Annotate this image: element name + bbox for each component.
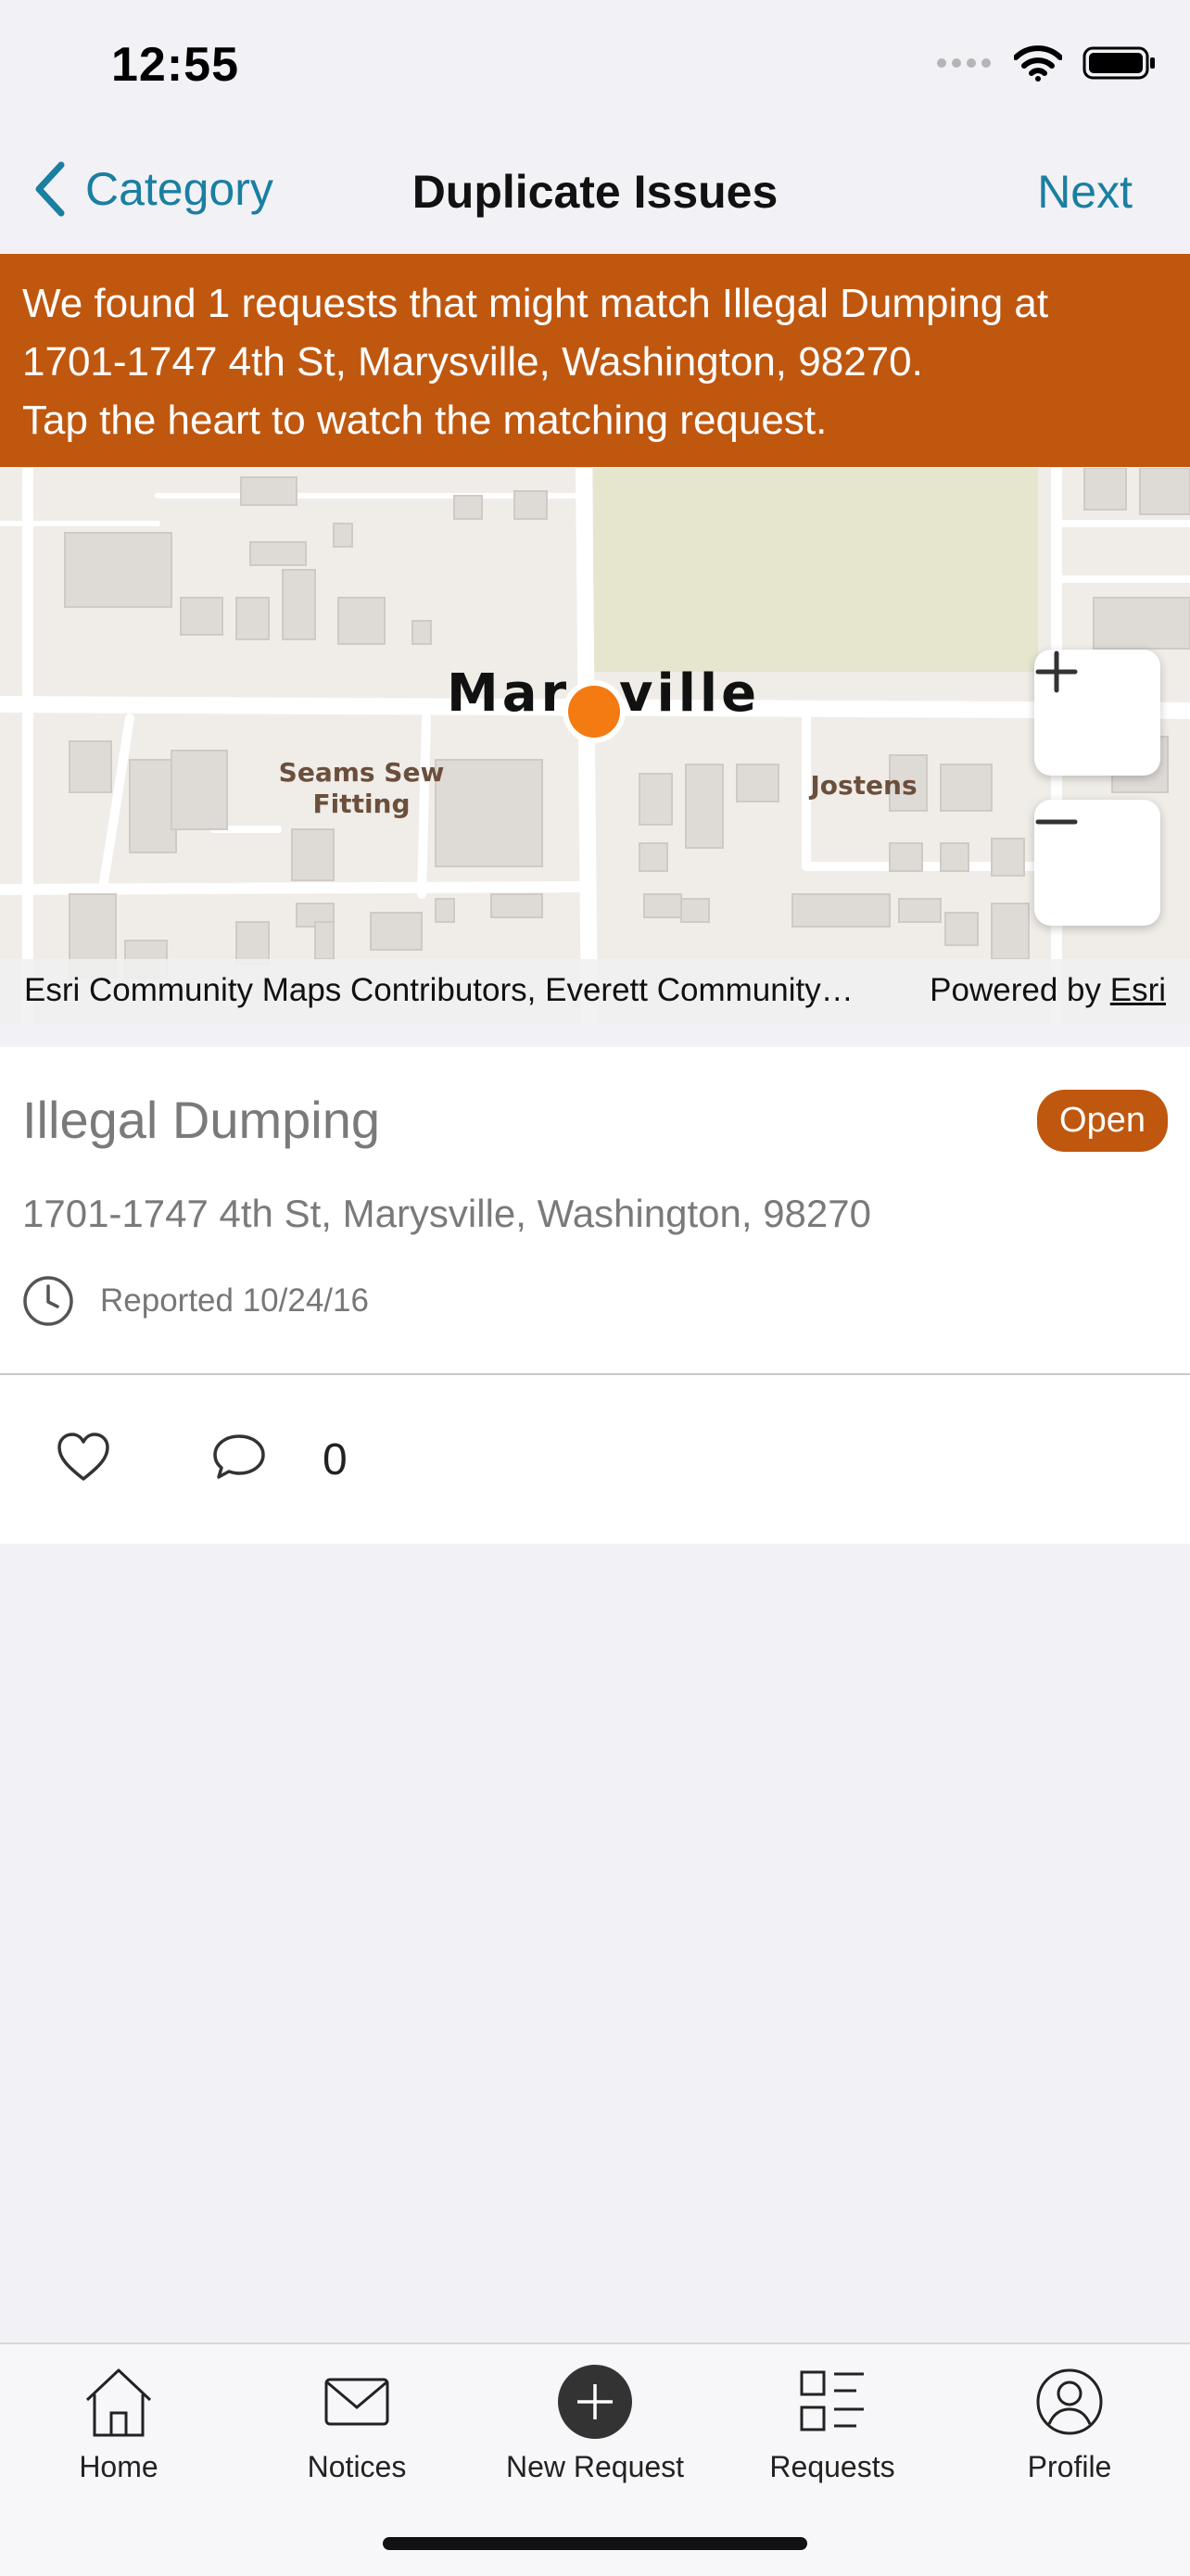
tab-requests-label: Requests <box>769 2450 895 2483</box>
signal-icon <box>937 58 991 68</box>
reported-date: Reported 10/24/16 <box>100 1282 369 1319</box>
attribution-text: Esri Community Maps Contributors, Everet… <box>24 972 854 1008</box>
status-bar: 12:55 <box>0 0 1190 130</box>
banner-line-3: Tap the heart to watch the matching requ… <box>22 398 828 443</box>
map-place-label-right: ville <box>619 663 760 724</box>
map-poi-label: Fitting <box>312 789 410 819</box>
minus-icon <box>1035 819 1078 825</box>
powered-by: Powered by Esri <box>930 972 1166 1009</box>
wifi-icon <box>1014 45 1062 82</box>
map-place-label-left: Mar <box>447 663 570 724</box>
list-icon <box>800 2370 864 2431</box>
zoom-in-button[interactable] <box>1034 650 1160 776</box>
tab-home[interactable]: Home <box>12 2361 225 2484</box>
home-indicator <box>383 2537 807 2550</box>
tab-profile-label: Profile <box>1027 2450 1112 2483</box>
comment-icon <box>213 1434 265 1479</box>
person-icon <box>1036 2368 1103 2435</box>
battery-icon <box>1082 46 1155 80</box>
tab-new-request-label: New Request <box>505 2450 685 2483</box>
plus-icon <box>1035 650 1078 693</box>
map-view[interactable]: Mar ville Seams Sew Fitting Jostens Esri… <box>0 468 1190 1024</box>
tab-profile[interactable]: Profile <box>963 2361 1176 2484</box>
status-time: 12:55 <box>111 38 239 92</box>
map-attribution: Esri Community Maps Contributors, Everet… <box>0 959 1190 1024</box>
powered-by-label: Powered by <box>930 972 1101 1008</box>
map-poi-label: Seams Sew <box>279 757 445 788</box>
status-icons <box>936 44 1157 82</box>
duplicate-notice-banner: We found 1 requests that might match Ill… <box>0 254 1190 467</box>
clock-icon <box>23 1276 73 1326</box>
location-marker-dot <box>568 686 620 738</box>
watch-heart-button[interactable] <box>56 1431 111 1487</box>
tab-requests[interactable]: Requests <box>726 2361 939 2484</box>
banner-line-1: We found 1 requests that might match Ill… <box>22 281 1049 326</box>
heart-icon <box>57 1433 109 1481</box>
plus-circle-icon <box>558 2365 632 2439</box>
tab-home-label: Home <box>79 2450 158 2483</box>
map-basemap: Mar ville Seams Sew Fitting Jostens <box>0 468 1190 1024</box>
request-card[interactable]: Illegal Dumping Open 1701-1747 4th St, M… <box>0 1047 1190 1375</box>
zoom-out-button[interactable] <box>1034 800 1160 926</box>
page-title: Duplicate Issues <box>411 166 779 218</box>
request-title: Illegal Dumping <box>22 1091 380 1149</box>
request-address: 1701-1747 4th St, Marysville, Washington… <box>22 1192 871 1235</box>
comment-count: 0 <box>323 1435 348 1484</box>
park-area <box>593 468 1038 672</box>
comments-button[interactable] <box>211 1431 267 1487</box>
esri-link[interactable]: Esri <box>1110 972 1166 1008</box>
tab-notices[interactable]: Notices <box>250 2361 463 2484</box>
map-poi-label: Jostens <box>808 770 917 801</box>
request-actions: 0 <box>0 1375 1190 1544</box>
home-icon <box>85 2368 152 2437</box>
status-badge: Open <box>1037 1090 1168 1152</box>
banner-line-2: 1701-1747 4th St, Marysville, Washington… <box>22 339 923 385</box>
next-button[interactable]: Next <box>1037 165 1133 219</box>
mail-icon <box>324 2378 389 2426</box>
tab-notices-label: Notices <box>307 2450 407 2483</box>
reported-row: Reported 10/24/16 <box>22 1275 369 1327</box>
navigation-bar: Category Duplicate Issues Next <box>0 139 1190 250</box>
tab-new-request[interactable]: New Request <box>488 2361 702 2484</box>
